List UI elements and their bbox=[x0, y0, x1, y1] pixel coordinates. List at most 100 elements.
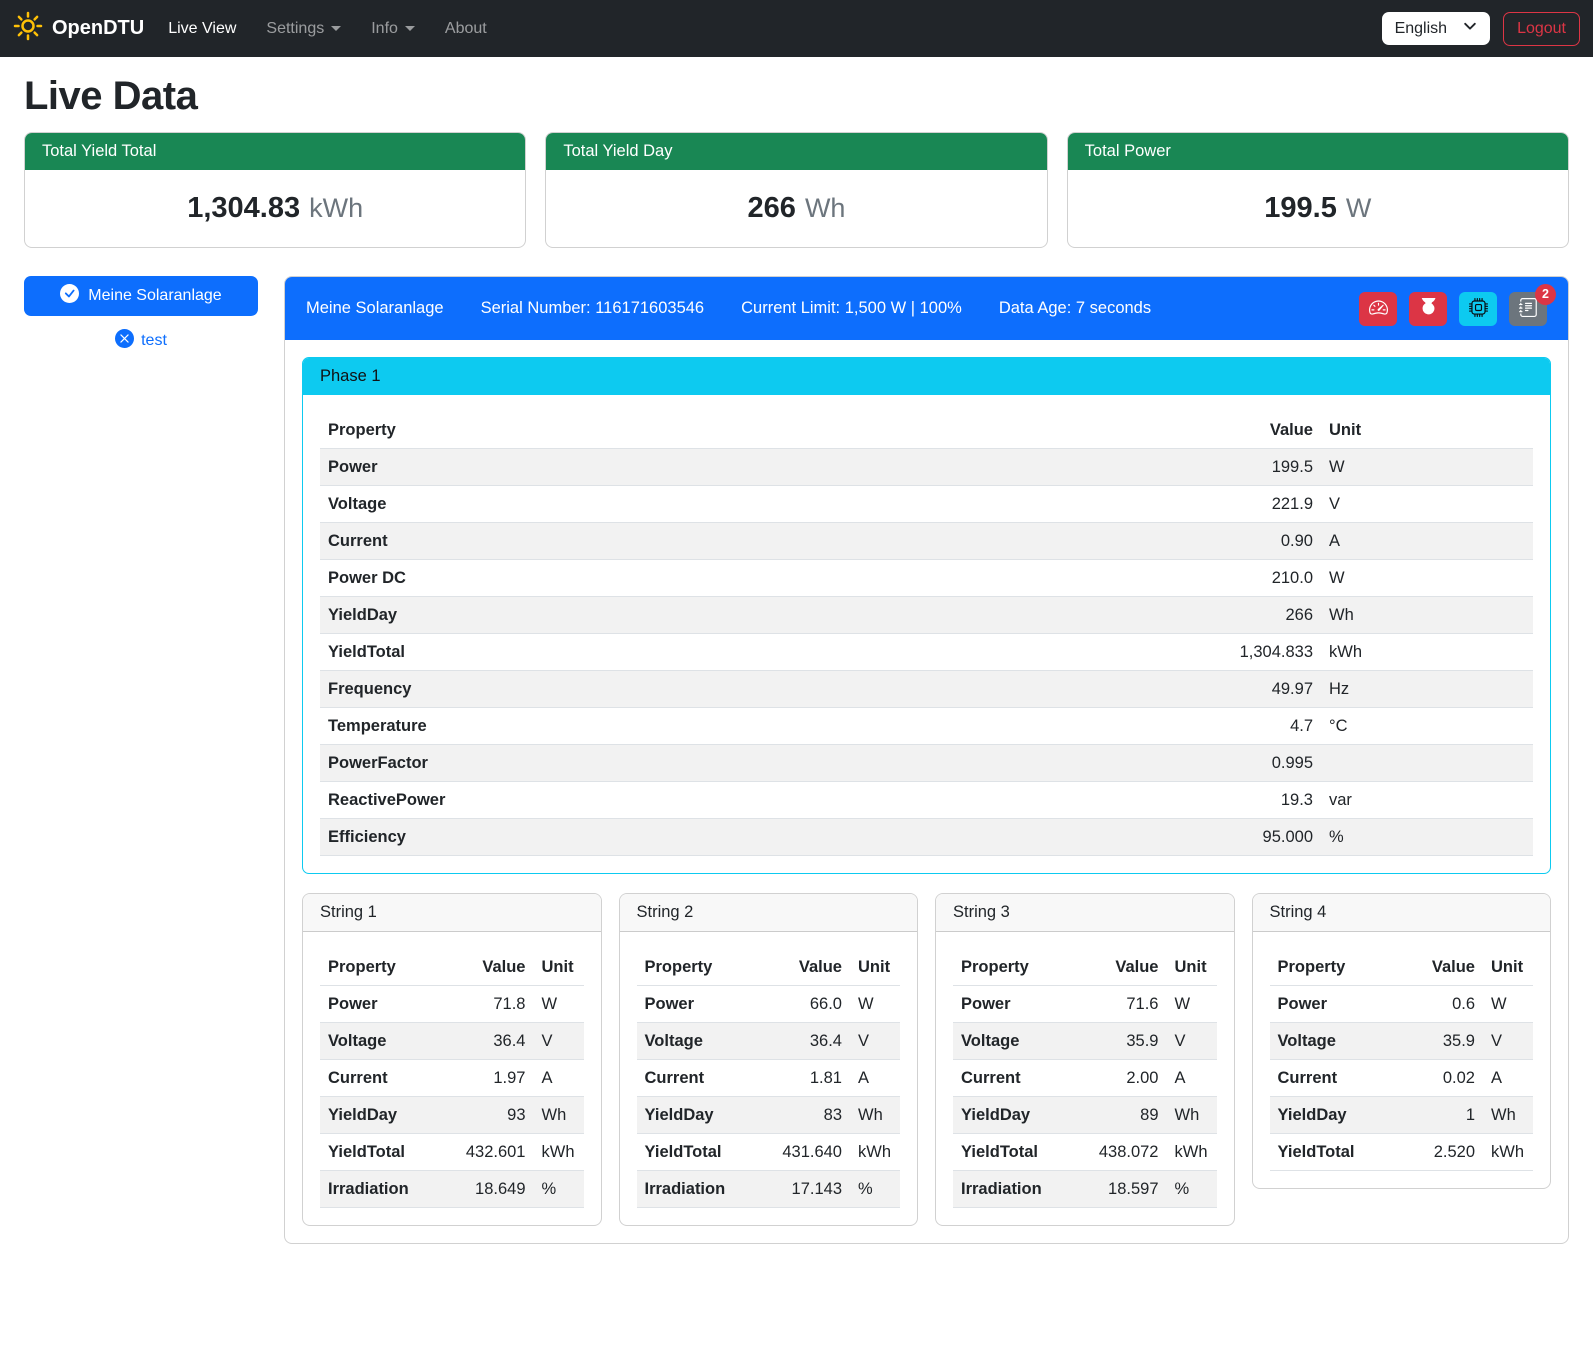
chevron-down-icon bbox=[1463, 19, 1477, 38]
column-value: Value bbox=[1079, 949, 1167, 986]
card-title: Total Yield Total bbox=[25, 133, 525, 170]
limit-settings-button[interactable] bbox=[1359, 292, 1397, 326]
string-2-table: Property Value Unit Power66.0W Voltage36… bbox=[637, 949, 901, 1208]
brand-label: OpenDTU bbox=[52, 17, 144, 40]
table-row: Voltage35.9V bbox=[953, 1023, 1217, 1060]
inverter-serial: Serial Number: 116171603546 bbox=[481, 299, 705, 318]
nav-item-live-view[interactable]: Live View bbox=[168, 20, 236, 38]
string-2-panel: String 2 Property Value Unit bbox=[619, 893, 919, 1226]
sidebar-item-meine-solaranlage[interactable]: Meine Solaranlage bbox=[24, 276, 258, 316]
string-1-panel: String 1 Property Value Unit bbox=[302, 893, 602, 1226]
logout-button[interactable]: Logout bbox=[1503, 12, 1580, 46]
table-row: YieldTotal2.520kWh bbox=[1270, 1134, 1534, 1171]
table-row: Efficiency95.000% bbox=[320, 819, 1533, 856]
table-row: YieldTotal438.072kWh bbox=[953, 1134, 1217, 1171]
inverter-actions: 2 bbox=[1359, 292, 1547, 326]
table-row: YieldTotal1,304.833kWh bbox=[320, 634, 1533, 671]
column-value: Value bbox=[762, 949, 850, 986]
table-row: Power71.6W bbox=[953, 986, 1217, 1023]
page-title: Live Data bbox=[24, 74, 1569, 119]
string-panel-title: String 3 bbox=[936, 894, 1234, 932]
event-log-button[interactable]: 2 bbox=[1509, 292, 1547, 326]
inverter-card: Meine Solaranlage Serial Number: 1161716… bbox=[284, 276, 1569, 1244]
dropdown-caret-icon bbox=[331, 26, 341, 31]
phase-table: Property Value Unit Power199.5W Voltage2… bbox=[320, 412, 1533, 856]
table-row: ReactivePower19.3var bbox=[320, 782, 1533, 819]
card-title: Total Yield Day bbox=[546, 133, 1046, 170]
card-title: Total Power bbox=[1068, 133, 1568, 170]
x-circle-icon bbox=[115, 329, 134, 353]
column-unit: Unit bbox=[1321, 412, 1533, 449]
string-4-panel: String 4 Property Value Unit bbox=[1252, 893, 1552, 1189]
table-row: Power199.5W bbox=[320, 449, 1533, 486]
table-row: Voltage221.9V bbox=[320, 486, 1533, 523]
column-property: Property bbox=[320, 412, 1151, 449]
column-value: Value bbox=[1395, 949, 1483, 986]
table-row: Power DC210.0W bbox=[320, 560, 1533, 597]
sidebar-item-label: test bbox=[141, 332, 167, 350]
sidebar-item-label: Meine Solaranlage bbox=[88, 287, 221, 305]
total-yield-total-card: Total Yield Total 1,304.83 kWh bbox=[24, 132, 526, 248]
check-circle-icon bbox=[60, 284, 79, 308]
device-info-button[interactable] bbox=[1459, 292, 1497, 326]
total-yield-day-card: Total Yield Day 266 Wh bbox=[545, 132, 1047, 248]
table-row: YieldTotal432.601kWh bbox=[320, 1134, 584, 1171]
total-power-card: Total Power 199.5 W bbox=[1067, 132, 1569, 248]
table-row: Power66.0W bbox=[637, 986, 901, 1023]
language-select[interactable]: English bbox=[1382, 12, 1490, 45]
string-3-panel: String 3 Property Value Unit bbox=[935, 893, 1235, 1226]
table-row: Current2.00A bbox=[953, 1060, 1217, 1097]
summary-cards-row: Total Yield Total 1,304.83 kWh Total Yie… bbox=[24, 132, 1569, 248]
table-row: YieldDay83Wh bbox=[637, 1097, 901, 1134]
string-1-table: Property Value Unit Power71.8W Voltage36… bbox=[320, 949, 584, 1208]
inverter-card-header: Meine Solaranlage Serial Number: 1161716… bbox=[285, 277, 1568, 340]
string-panel-title: String 1 bbox=[303, 894, 601, 932]
table-row: Power0.6W bbox=[1270, 986, 1534, 1023]
table-row: Frequency49.97Hz bbox=[320, 671, 1533, 708]
dropdown-caret-icon bbox=[405, 26, 415, 31]
table-row: Voltage36.4V bbox=[637, 1023, 901, 1060]
nav-item-info[interactable]: Info bbox=[371, 20, 415, 38]
nav-item-settings[interactable]: Settings bbox=[266, 20, 341, 38]
card-unit: Wh bbox=[805, 193, 846, 224]
navbar-right: English Logout bbox=[1382, 12, 1580, 46]
brand[interactable]: OpenDTU bbox=[13, 11, 144, 47]
inverter-data-age: Data Age: 7 seconds bbox=[999, 299, 1151, 318]
card-value: 266 bbox=[748, 192, 796, 225]
table-row: Irradiation18.649% bbox=[320, 1171, 584, 1208]
column-unit: Unit bbox=[1483, 949, 1533, 986]
power-icon bbox=[1419, 298, 1438, 320]
phase-panel-title: Phase 1 bbox=[303, 358, 1550, 395]
card-unit: kWh bbox=[309, 193, 363, 224]
table-row: Current1.97A bbox=[320, 1060, 584, 1097]
card-unit: W bbox=[1346, 193, 1371, 224]
journal-text-icon bbox=[1519, 298, 1538, 320]
inverter-sidebar: Meine Solaranlage test bbox=[24, 276, 258, 353]
table-row: Voltage36.4V bbox=[320, 1023, 584, 1060]
string-panel-title: String 2 bbox=[620, 894, 918, 932]
column-unit: Unit bbox=[850, 949, 900, 986]
table-row: Current0.90A bbox=[320, 523, 1533, 560]
column-property: Property bbox=[320, 949, 446, 986]
column-property: Property bbox=[637, 949, 763, 986]
table-header-row: Property Value Unit bbox=[1270, 949, 1534, 986]
sun-icon bbox=[13, 11, 43, 47]
top-navbar: OpenDTU Live View Settings Info About En… bbox=[0, 0, 1593, 57]
table-row: Irradiation17.143% bbox=[637, 1171, 901, 1208]
string-3-table: Property Value Unit Power71.6W Voltage35… bbox=[953, 949, 1217, 1208]
nav-item-about[interactable]: About bbox=[445, 20, 487, 38]
inverter-name: Meine Solaranlage bbox=[306, 299, 444, 318]
card-value: 1,304.83 bbox=[187, 192, 300, 225]
string-panel-title: String 4 bbox=[1253, 894, 1551, 932]
table-row: YieldDay266Wh bbox=[320, 597, 1533, 634]
language-selected-value: English bbox=[1395, 20, 1447, 38]
string-4-table: Property Value Unit Power0.6W Voltage35.… bbox=[1270, 949, 1534, 1171]
table-row: YieldTotal431.640kWh bbox=[637, 1134, 901, 1171]
inverter-limit: Current Limit: 1,500 W | 100% bbox=[741, 299, 962, 318]
table-header-row: Property Value Unit bbox=[953, 949, 1217, 986]
sidebar-item-test[interactable]: test bbox=[24, 329, 258, 353]
power-toggle-button[interactable] bbox=[1409, 292, 1447, 326]
table-row: Current0.02A bbox=[1270, 1060, 1534, 1097]
table-row: YieldDay1Wh bbox=[1270, 1097, 1534, 1134]
table-row: Voltage35.9V bbox=[1270, 1023, 1534, 1060]
